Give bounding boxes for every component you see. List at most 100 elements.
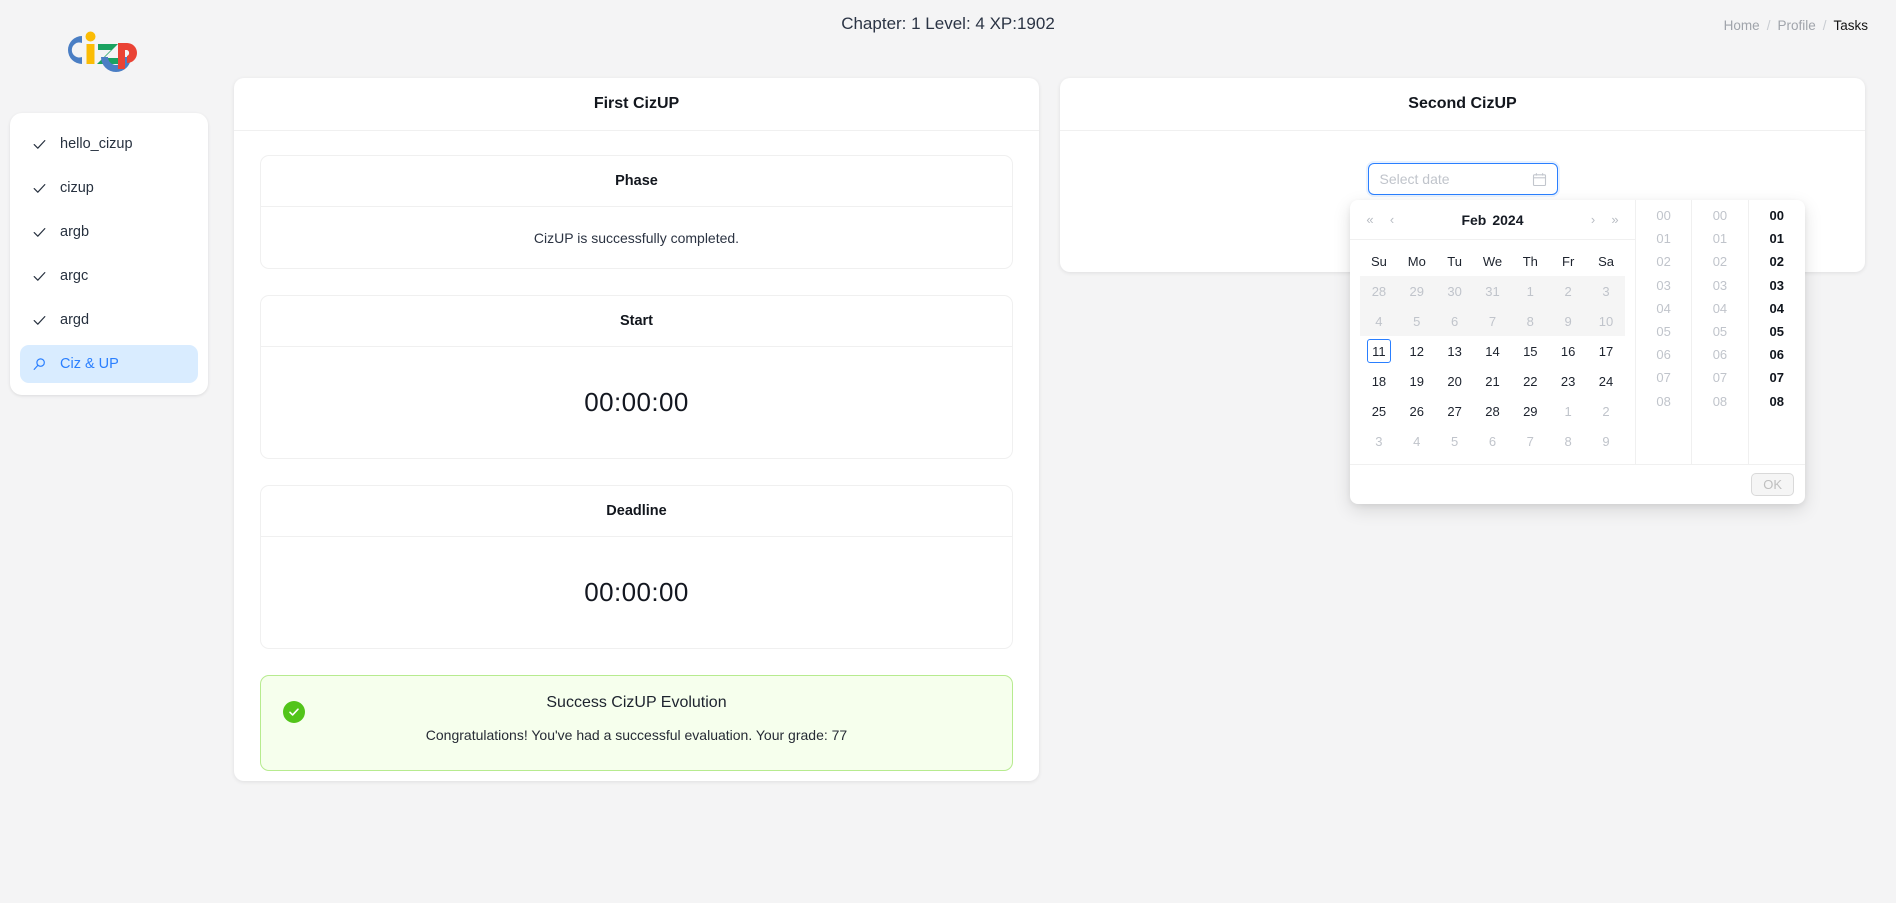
sidebar-item-argd[interactable]: argd: [20, 301, 198, 339]
next-month-button[interactable]: ›: [1583, 213, 1603, 226]
sidebar-item-argb[interactable]: argb: [20, 213, 198, 251]
super-next-year-button[interactable]: »: [1605, 213, 1625, 226]
calendar-day-label: 1: [1526, 283, 1534, 299]
time-cell-hour[interactable]: 08: [1636, 390, 1691, 413]
calendar-day-cell[interactable]: 17: [1587, 336, 1625, 366]
calendar-day-cell[interactable]: 27: [1436, 396, 1474, 426]
weekday-header: Mo: [1407, 253, 1426, 269]
time-cell-second[interactable]: 05: [1749, 320, 1805, 343]
super-prev-year-button[interactable]: «: [1360, 213, 1380, 226]
time-cell-hour[interactable]: 03: [1636, 274, 1691, 297]
prev-month-button[interactable]: ‹: [1382, 213, 1402, 226]
date-picker-input[interactable]: [1379, 171, 1530, 187]
calendar-day-cell[interactable]: 22: [1511, 366, 1549, 396]
calendar-day-label: 4: [1413, 433, 1421, 449]
breadcrumb-item-profile[interactable]: Profile: [1777, 18, 1815, 33]
time-cell-hour[interactable]: 02: [1636, 250, 1691, 273]
sidebar-item-cizup[interactable]: cizup: [20, 169, 198, 207]
time-cell-second[interactable]: 06: [1749, 343, 1805, 366]
calendar-day-cell[interactable]: 14: [1474, 336, 1512, 366]
time-cell-minute[interactable]: 00: [1692, 204, 1747, 227]
calendar-day-cell: 8: [1511, 306, 1550, 336]
calendar-day-label: 1: [1564, 403, 1572, 419]
calendar-header: « ‹ Feb 2024 › »: [1350, 200, 1635, 240]
time-cell-hour[interactable]: 04: [1636, 297, 1691, 320]
calendar-day-cell[interactable]: 29: [1511, 396, 1549, 426]
calendar-day-label: 14: [1485, 343, 1500, 359]
calendar-nav-next-group: › »: [1583, 213, 1625, 226]
time-cell-second[interactable]: 02: [1749, 250, 1805, 273]
calendar-week-row: 28 29 30 31 1 2 3: [1360, 276, 1625, 306]
sidebar-item-argc[interactable]: argc: [20, 257, 198, 295]
time-cell-minute[interactable]: 04: [1692, 297, 1747, 320]
ok-button[interactable]: OK: [1751, 473, 1794, 496]
breadcrumb-item-home[interactable]: Home: [1724, 18, 1760, 33]
calendar-day-cell[interactable]: 12: [1398, 336, 1436, 366]
calendar-day-cell[interactable]: 15: [1511, 336, 1549, 366]
time-cell-second[interactable]: 03: [1749, 274, 1805, 297]
calendar-day-cell[interactable]: 25: [1360, 396, 1398, 426]
time-cell-hour[interactable]: 05: [1636, 320, 1691, 343]
time-cell-second[interactable]: 04: [1749, 297, 1805, 320]
calendar-icon[interactable]: [1532, 172, 1547, 187]
calendar-day-label: 15: [1523, 343, 1538, 359]
sidebar-item-hello-cizup[interactable]: hello_cizup: [20, 125, 198, 163]
calendar-day-cell[interactable]: 13: [1436, 336, 1474, 366]
time-cell-minute[interactable]: 03: [1692, 274, 1747, 297]
calendar-day-label: 19: [1409, 373, 1424, 389]
calendar-day-label: 31: [1485, 283, 1500, 299]
app-logo[interactable]: [56, 24, 148, 82]
time-cell-minute[interactable]: 07: [1692, 366, 1747, 389]
calendar-day-label: 12: [1409, 343, 1424, 359]
time-cell-second[interactable]: 00: [1749, 204, 1805, 227]
calendar-day-label: 24: [1598, 373, 1614, 389]
weekday-header: Th: [1522, 253, 1538, 269]
time-cell-minute[interactable]: 06: [1692, 343, 1747, 366]
calendar-year-label[interactable]: 2024: [1492, 212, 1523, 228]
calendar-panel: « ‹ Feb 2024 › » Su Mo Tu We Th Fr Sa 28 29 30 31 1…: [1350, 200, 1636, 464]
calendar-day-label: 8: [1526, 313, 1534, 329]
time-cell-hour[interactable]: 07: [1636, 366, 1691, 389]
calendar-day-cell[interactable]: 11: [1360, 336, 1398, 366]
calendar-day-cell[interactable]: 19: [1398, 366, 1436, 396]
calendar-day-cell[interactable]: 21: [1474, 366, 1512, 396]
time-cell-hour[interactable]: 06: [1636, 343, 1691, 366]
calendar-day-label: 7: [1526, 433, 1534, 449]
time-cell-hour[interactable]: 01: [1636, 227, 1691, 250]
calendar-day-cell[interactable]: 26: [1398, 396, 1436, 426]
deadline-title: Deadline: [261, 486, 1012, 537]
time-cell-hour[interactable]: 00: [1636, 204, 1691, 227]
page-title: Chapter: 1 Level: 4 XP:1902: [841, 14, 1055, 33]
sidebar-item-label: cizup: [60, 180, 94, 196]
calendar-day-cell: 5: [1397, 306, 1436, 336]
time-cell-second[interactable]: 07: [1749, 366, 1805, 389]
calendar-day-cell[interactable]: 20: [1436, 366, 1474, 396]
time-cell-minute[interactable]: 05: [1692, 320, 1747, 343]
time-cell-second[interactable]: 08: [1749, 390, 1805, 413]
date-picker-input-wrapper[interactable]: [1367, 163, 1558, 195]
calendar-day-cell[interactable]: 24: [1587, 366, 1625, 396]
time-cell-minute[interactable]: 02: [1692, 250, 1747, 273]
calendar-month-label[interactable]: Feb: [1461, 212, 1486, 228]
time-cell-minute[interactable]: 08: [1692, 390, 1747, 413]
calendar-day-cell[interactable]: 28: [1474, 396, 1512, 426]
time-column-second[interactable]: 00 01 02 03 04 05 06 07 08: [1749, 200, 1805, 464]
sidebar-item-ciz-up[interactable]: Ciz & UP: [20, 345, 198, 383]
calendar-day-cell: 10: [1587, 306, 1625, 336]
calendar-day-cell[interactable]: 23: [1549, 366, 1587, 396]
calendar-day-cell: 4: [1360, 306, 1398, 336]
search-icon: [32, 357, 47, 372]
sidebar-item-label: argc: [60, 268, 89, 284]
calendar-day-cell: 28: [1360, 276, 1398, 306]
calendar-day-cell[interactable]: 18: [1360, 366, 1398, 396]
time-cell-second[interactable]: 01: [1749, 227, 1805, 250]
weekday-header: We: [1482, 253, 1503, 269]
calendar-day-cell[interactable]: 16: [1549, 336, 1587, 366]
calendar-body: Su Mo Tu We Th Fr Sa 28 29 30 31 1 2 3 4 5 6 7 8 9 10 11 12 13…: [1350, 240, 1635, 464]
time-column-minute[interactable]: 00 01 02 03 04 05 06 07 08: [1692, 200, 1749, 464]
weekday-header: Tu: [1447, 253, 1462, 269]
check-icon: [32, 269, 47, 284]
calendar-week-row: 4 5 6 7 8 9 10: [1360, 306, 1625, 336]
time-cell-minute[interactable]: 01: [1692, 227, 1747, 250]
time-column-hour[interactable]: 00 01 02 03 04 05 06 07 08: [1636, 200, 1693, 464]
